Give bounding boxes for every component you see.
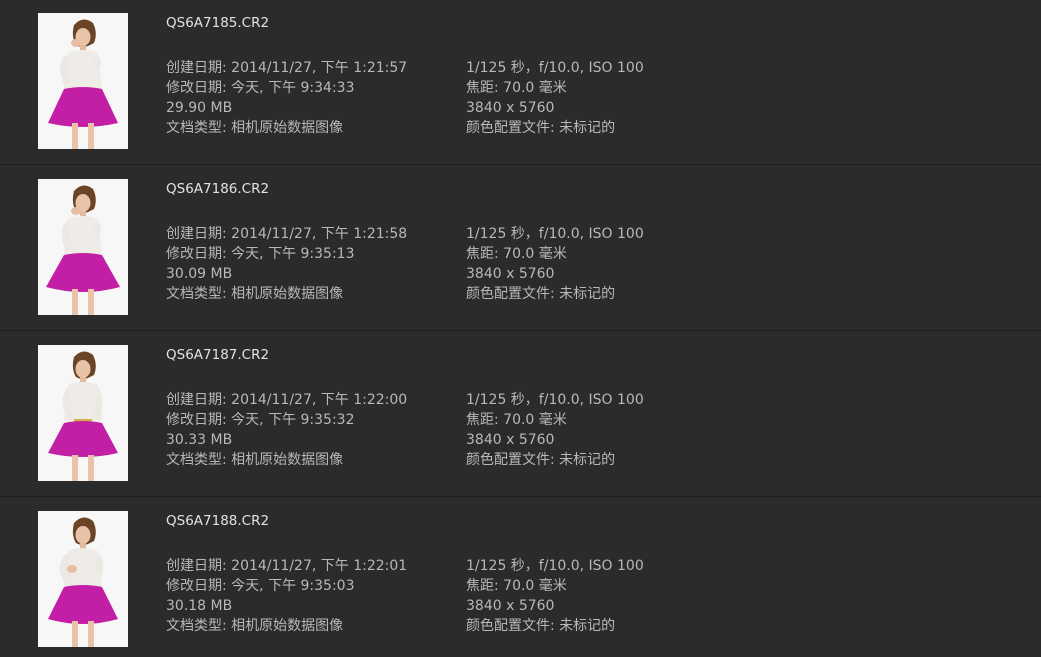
list-item[interactable]: QS6A7188.CR2 创建日期: 2014/11/27, 下午 1:22:0… bbox=[0, 498, 1041, 657]
exposure-info: 1/125 秒，f/10.0, ISO 100 bbox=[466, 226, 644, 242]
list-item[interactable]: QS6A7187.CR2 创建日期: 2014/11/27, 下午 1:22:0… bbox=[0, 332, 1041, 498]
row-divider bbox=[0, 164, 1041, 165]
focal-length: 焦距: 70.0 毫米 bbox=[466, 80, 567, 96]
focal-length: 焦距: 70.0 毫米 bbox=[466, 578, 567, 594]
list-item[interactable]: QS6A7185.CR2 创建日期: 2014/11/27, 下午 1:21:5… bbox=[0, 0, 1041, 166]
photo-thumbnail[interactable] bbox=[38, 345, 128, 481]
modified-date: 修改日期: 今天, 下午 9:35:03 bbox=[166, 578, 355, 594]
file-kind: 文档类型: 相机原始数据图像 bbox=[166, 618, 344, 634]
image-dimensions: 3840 x 5760 bbox=[466, 266, 555, 282]
image-dimensions: 3840 x 5760 bbox=[466, 598, 555, 614]
file-info-right: 1/125 秒，f/10.0, ISO 100 焦距: 70.0 毫米 3840… bbox=[466, 224, 644, 304]
file-info-left: 创建日期: 2014/11/27, 下午 1:22:01 修改日期: 今天, 下… bbox=[166, 556, 407, 636]
file-name[interactable]: QS6A7187.CR2 bbox=[166, 347, 269, 363]
image-dimensions: 3840 x 5760 bbox=[466, 432, 555, 448]
focal-length: 焦距: 70.0 毫米 bbox=[466, 412, 567, 428]
modified-date: 修改日期: 今天, 下午 9:35:13 bbox=[166, 246, 355, 262]
file-size: 30.33 MB bbox=[166, 432, 233, 448]
file-kind: 文档类型: 相机原始数据图像 bbox=[166, 452, 344, 468]
file-info-right: 1/125 秒，f/10.0, ISO 100 焦距: 70.0 毫米 3840… bbox=[466, 58, 644, 138]
list-item[interactable]: QS6A7186.CR2 创建日期: 2014/11/27, 下午 1:21:5… bbox=[0, 166, 1041, 332]
row-divider bbox=[0, 330, 1041, 331]
file-name[interactable]: QS6A7188.CR2 bbox=[166, 513, 269, 529]
image-dimensions: 3840 x 5760 bbox=[466, 100, 555, 116]
focal-length: 焦距: 70.0 毫米 bbox=[466, 246, 567, 262]
file-name[interactable]: QS6A7185.CR2 bbox=[166, 15, 269, 31]
photo-thumbnail[interactable] bbox=[38, 179, 128, 315]
modified-date: 修改日期: 今天, 下午 9:35:32 bbox=[166, 412, 355, 428]
file-kind: 文档类型: 相机原始数据图像 bbox=[166, 286, 344, 302]
color-profile: 颜色配置文件: 未标记的 bbox=[466, 452, 616, 468]
photo-thumbnail-image bbox=[38, 13, 128, 149]
file-name[interactable]: QS6A7186.CR2 bbox=[166, 181, 269, 197]
file-size: 30.18 MB bbox=[166, 598, 233, 614]
photo-thumbnail-image bbox=[38, 345, 128, 481]
photo-thumbnail[interactable] bbox=[38, 13, 128, 149]
photo-thumbnail[interactable] bbox=[38, 511, 128, 647]
file-kind: 文档类型: 相机原始数据图像 bbox=[166, 120, 344, 136]
color-profile: 颜色配置文件: 未标记的 bbox=[466, 120, 616, 136]
file-size: 30.09 MB bbox=[166, 266, 233, 282]
created-date: 创建日期: 2014/11/27, 下午 1:21:57 bbox=[166, 60, 408, 76]
file-info-left: 创建日期: 2014/11/27, 下午 1:21:58 修改日期: 今天, 下… bbox=[166, 224, 407, 304]
exposure-info: 1/125 秒，f/10.0, ISO 100 bbox=[466, 60, 644, 76]
file-info-left: 创建日期: 2014/11/27, 下午 1:22:00 修改日期: 今天, 下… bbox=[166, 390, 407, 470]
file-size: 29.90 MB bbox=[166, 100, 233, 116]
row-divider bbox=[0, 496, 1041, 497]
color-profile: 颜色配置文件: 未标记的 bbox=[466, 286, 616, 302]
photo-thumbnail-image bbox=[38, 179, 128, 315]
color-profile: 颜色配置文件: 未标记的 bbox=[466, 618, 616, 634]
exposure-info: 1/125 秒，f/10.0, ISO 100 bbox=[466, 558, 644, 574]
file-info-right: 1/125 秒，f/10.0, ISO 100 焦距: 70.0 毫米 3840… bbox=[466, 556, 644, 636]
exposure-info: 1/125 秒，f/10.0, ISO 100 bbox=[466, 392, 644, 408]
created-date: 创建日期: 2014/11/27, 下午 1:22:00 bbox=[166, 392, 408, 408]
file-info-right: 1/125 秒，f/10.0, ISO 100 焦距: 70.0 毫米 3840… bbox=[466, 390, 644, 470]
file-info-left: 创建日期: 2014/11/27, 下午 1:21:57 修改日期: 今天, 下… bbox=[166, 58, 407, 138]
modified-date: 修改日期: 今天, 下午 9:34:33 bbox=[166, 80, 355, 96]
created-date: 创建日期: 2014/11/27, 下午 1:21:58 bbox=[166, 226, 408, 242]
photo-thumbnail-image bbox=[38, 511, 128, 647]
created-date: 创建日期: 2014/11/27, 下午 1:22:01 bbox=[166, 558, 408, 574]
file-list: QS6A7185.CR2 创建日期: 2014/11/27, 下午 1:21:5… bbox=[0, 0, 1041, 657]
